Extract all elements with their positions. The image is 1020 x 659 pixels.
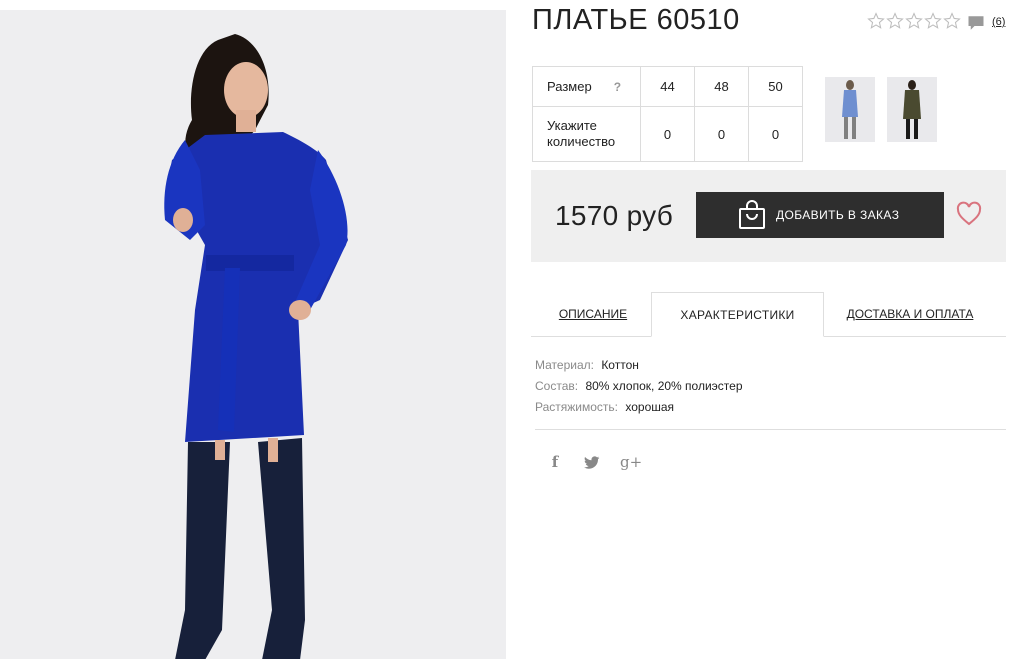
star-icon[interactable] xyxy=(867,12,885,30)
add-to-order-button[interactable]: ДОБАВИТЬ В ЗАКАЗ xyxy=(696,192,944,238)
spec-key: Материал: xyxy=(535,358,594,372)
product-title: ПЛАТЬЕ 60510 xyxy=(532,4,740,36)
size-option: 44 xyxy=(640,66,695,107)
spec-row: Растяжимость: хорошая xyxy=(535,397,743,418)
google-plus-icon[interactable]: g+ xyxy=(620,453,642,473)
spec-value: 80% хлопок, 20% полиэстер xyxy=(585,379,743,393)
star-icon[interactable] xyxy=(886,12,904,30)
rating-stars[interactable] xyxy=(867,12,961,30)
reviews-count-link[interactable]: (6) xyxy=(992,16,1005,28)
shopping-bag-icon xyxy=(739,200,765,229)
add-to-order-label: ДОБАВИТЬ В ЗАКАЗ xyxy=(776,208,900,222)
size-row: Размер? 44 48 50 xyxy=(532,66,803,107)
size-label: Размер xyxy=(547,79,592,94)
size-table: Размер? 44 48 50 Укажите количество 0 0 … xyxy=(532,66,803,162)
star-icon[interactable] xyxy=(905,12,923,30)
product-thumbnail[interactable] xyxy=(825,77,875,142)
size-label-cell: Размер? xyxy=(532,66,641,107)
size-option: 48 xyxy=(694,66,749,107)
spec-row: Материал: Коттон xyxy=(535,355,743,376)
size-help-icon[interactable]: ? xyxy=(614,80,621,94)
size-option: 50 xyxy=(748,66,803,107)
comment-icon[interactable] xyxy=(967,14,985,32)
spec-value: хорошая xyxy=(625,400,675,414)
qty-label-cell: Укажите количество xyxy=(532,106,641,162)
heart-icon[interactable] xyxy=(955,200,983,228)
star-icon[interactable] xyxy=(924,12,942,30)
twitter-icon[interactable] xyxy=(582,453,602,473)
price-panel: 1570 руб ДОБАВИТЬ В ЗАКАЗ xyxy=(531,170,1006,262)
spec-key: Растяжимость: xyxy=(535,400,619,414)
tab-description[interactable]: ОПИСАНИЕ xyxy=(548,292,638,337)
quantity-input[interactable]: 0 xyxy=(640,106,695,162)
star-icon[interactable] xyxy=(943,12,961,30)
product-thumbnail[interactable] xyxy=(887,77,937,142)
spec-value: Коттон xyxy=(601,358,639,372)
qty-label: Укажите количество xyxy=(547,118,616,149)
tab-characteristics[interactable]: ХАРАКТЕРИСТИКИ xyxy=(651,292,824,337)
spec-row: Состав: 80% хлопок, 20% полиэстер xyxy=(535,376,743,397)
quantity-input[interactable]: 0 xyxy=(748,106,803,162)
spec-key: Состав: xyxy=(535,379,579,393)
tab-delivery[interactable]: ДОСТАВКА И ОПЛАТА xyxy=(840,292,980,337)
quantity-input[interactable]: 0 xyxy=(694,106,749,162)
quantity-row: Укажите количество 0 0 0 xyxy=(532,106,803,162)
product-price: 1570 руб xyxy=(555,200,674,231)
product-main-photo[interactable] xyxy=(0,10,506,659)
facebook-icon[interactable]: f xyxy=(545,453,565,473)
specs-divider xyxy=(535,429,1006,430)
specs-list: Материал: Коттон Состав: 80% хлопок, 20%… xyxy=(535,355,743,418)
